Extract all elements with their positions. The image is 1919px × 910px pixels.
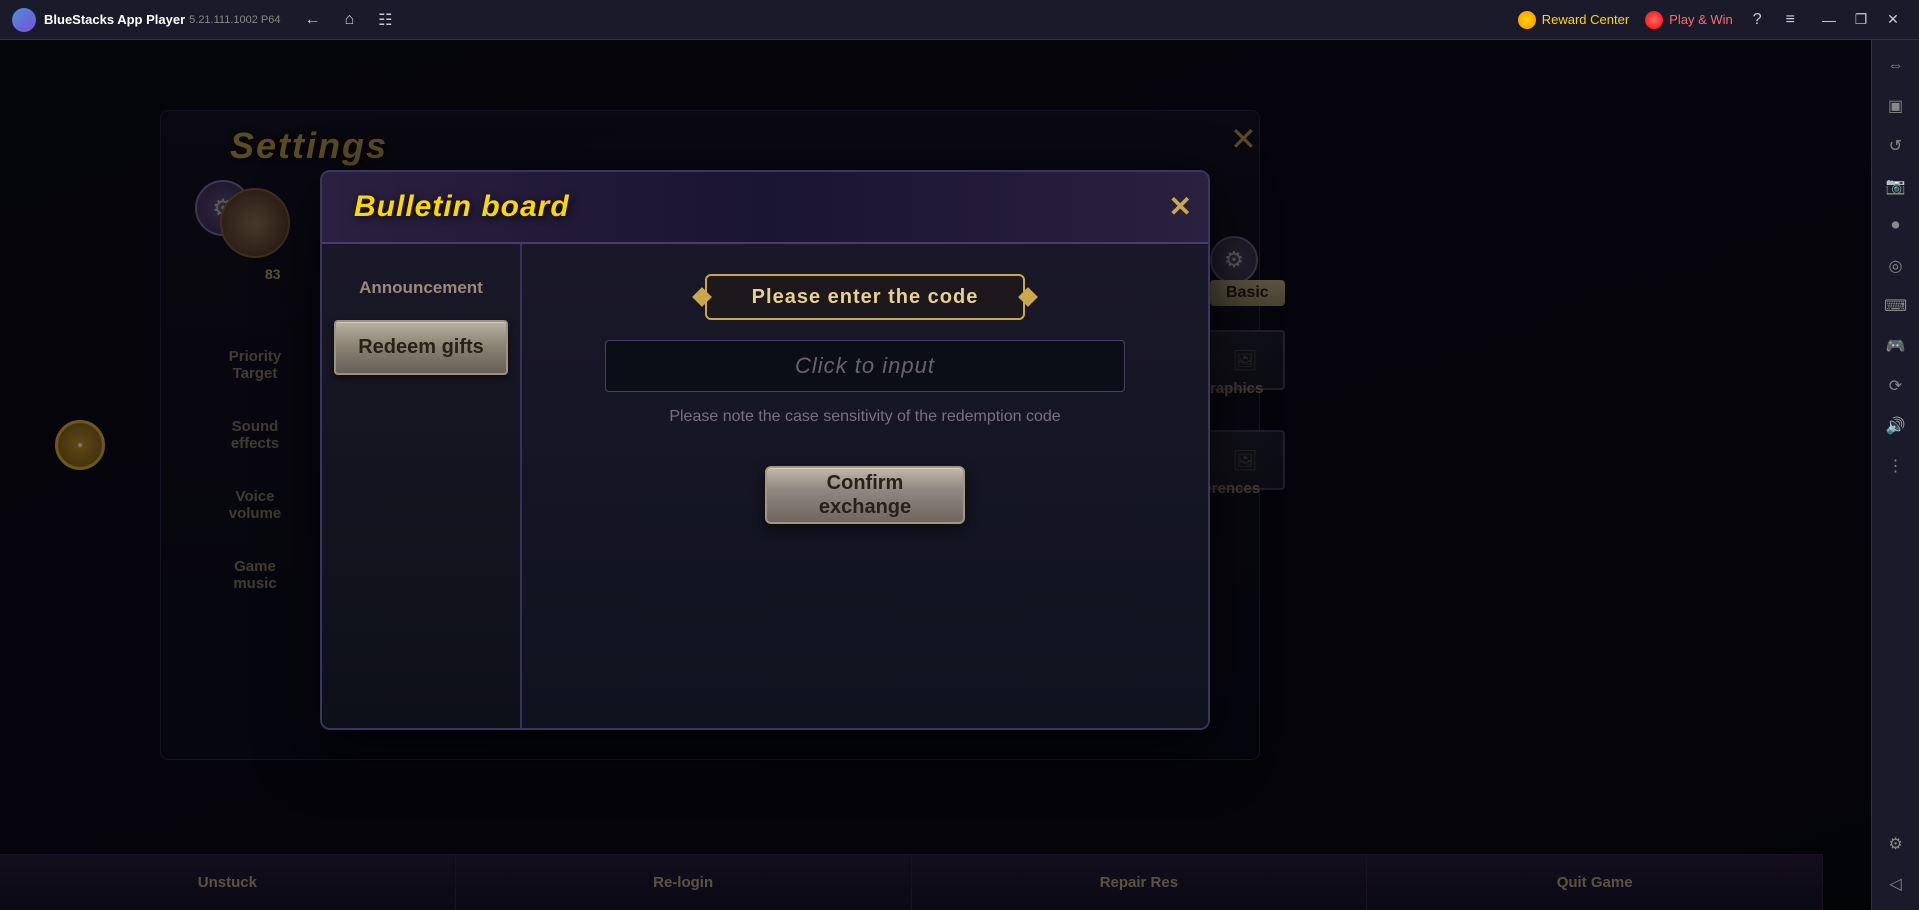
confirm-exchange-button[interactable]: Confirm exchange	[765, 466, 965, 524]
sidebar-refresh-icon[interactable]: ↺	[1878, 128, 1914, 164]
sidebar-camera-icon[interactable]: ◎	[1878, 248, 1914, 284]
reward-center[interactable]: Reward Center	[1518, 11, 1629, 29]
app-version: 5.21.111.1002 P64	[189, 14, 280, 26]
menu-button[interactable]: ≡	[1782, 7, 1799, 33]
minimize-button[interactable]: —	[1815, 6, 1843, 34]
help-button[interactable]: ?	[1749, 7, 1766, 33]
sidebar-screenshot-icon[interactable]: 📷	[1878, 168, 1914, 204]
play-win[interactable]: Play & Win	[1645, 11, 1733, 29]
sidebar-rotate-icon[interactable]: ⟳	[1878, 368, 1914, 404]
modal-title: Bulletin board	[354, 190, 570, 224]
sidebar-macro-icon[interactable]: ⌨	[1878, 288, 1914, 324]
code-label-wrapper: Please enter the code	[705, 274, 1025, 320]
code-sensitivity-note: Please note the case sensitivity of the …	[669, 408, 1060, 426]
code-input-placeholder: Click to input	[795, 353, 935, 379]
titlebar: BlueStacks App Player 5.21.111.1002 P64 …	[0, 0, 1919, 40]
code-label-text: Please enter the code	[752, 286, 979, 309]
tab-redeem-gifts[interactable]: Redeem gifts	[334, 320, 508, 375]
close-button[interactable]: ✕	[1879, 6, 1907, 34]
tab-announcement[interactable]: Announcement	[334, 264, 508, 312]
playnwin-icon	[1645, 11, 1663, 29]
titlebar-nav: ← ⌂ ☷	[300, 6, 396, 34]
window-controls: — ❐ ✕	[1815, 6, 1907, 34]
maximize-button[interactable]: ❐	[1847, 6, 1875, 34]
modal-header: Bulletin board ✕	[322, 172, 1208, 244]
sidebar-more-icon[interactable]: ⋮	[1878, 448, 1914, 484]
right-sidebar: ⇔ ▣ ↺ 📷 ⏺ ◎ ⌨ 🎮 ⟳ 🔊 ⋮ ⚙ ◁	[1871, 40, 1919, 910]
bluestacks-logo	[12, 8, 36, 32]
sidebar-settings-icon[interactable]: ⚙	[1878, 826, 1914, 862]
app-name: BlueStacks App Player	[44, 12, 185, 27]
sidebar-expand-icon[interactable]: ⇔	[1878, 48, 1914, 84]
bookmark-button[interactable]: ☷	[374, 6, 396, 34]
sidebar-controller-icon[interactable]: 🎮	[1878, 328, 1914, 364]
main-content: Settings ✕ ⚙ 83 PriorityTarget Soundeffe…	[0, 40, 1871, 910]
sidebar-screen-icon[interactable]: ▣	[1878, 88, 1914, 124]
confirm-btn-line2: exchange	[819, 495, 911, 519]
confirm-btn-line1: Confirm	[827, 471, 904, 495]
code-input-field[interactable]: Click to input	[605, 340, 1125, 392]
sidebar-record-icon[interactable]: ⏺	[1878, 208, 1914, 244]
home-button[interactable]: ⌂	[340, 6, 358, 34]
titlebar-right: Reward Center Play & Win ? ≡ — ❐ ✕	[1518, 6, 1907, 34]
bulletin-modal: Bulletin board ✕ Announcement Redeem gif…	[320, 170, 1210, 730]
modal-body: Announcement Redeem gifts Please enter t…	[322, 244, 1208, 728]
modal-tabs: Announcement Redeem gifts	[322, 244, 522, 728]
sidebar-collapse-icon[interactable]: ◁	[1878, 866, 1914, 902]
reward-icon	[1518, 11, 1536, 29]
sidebar-volume-icon[interactable]: 🔊	[1878, 408, 1914, 444]
modal-close-button[interactable]: ✕	[1169, 193, 1192, 221]
back-button[interactable]: ←	[300, 6, 324, 34]
redeem-content-panel: Please enter the code Click to input Ple…	[522, 244, 1208, 728]
